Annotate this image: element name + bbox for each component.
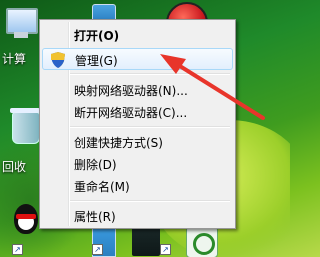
annotation-arrow-icon bbox=[160, 54, 265, 120]
